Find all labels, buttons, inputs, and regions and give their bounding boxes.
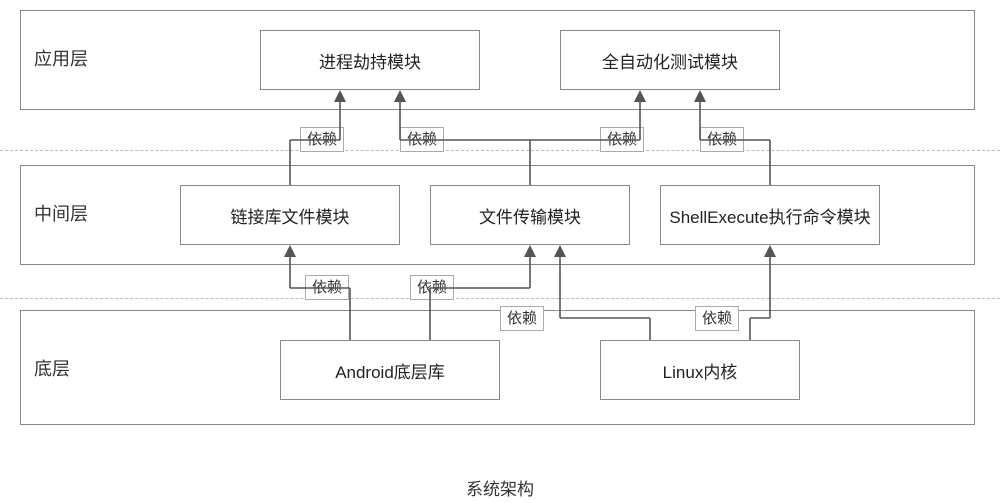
app-layer-label: 应用层 — [34, 45, 88, 71]
shell-execute-module-box: ShellExecute执行命令模块 — [660, 185, 880, 245]
shell-execute-module-text: ShellExecute执行命令模块 — [669, 203, 870, 228]
auto-test-module-box: 全自动化测试模块 — [560, 30, 780, 90]
separator-1 — [0, 150, 1000, 151]
separator-2 — [0, 298, 1000, 299]
dep-label-6: 依赖 — [410, 275, 454, 300]
dep-label-1: 依赖 — [300, 127, 344, 152]
link-lib-module-box: 链接库文件模块 — [180, 185, 400, 245]
process-hijack-module-text: 进程劫持模块 — [319, 48, 421, 73]
file-transfer-module-text: 文件传输模块 — [479, 203, 581, 228]
linux-kernel-box: Linux内核 — [600, 340, 800, 400]
file-transfer-module-box: 文件传输模块 — [430, 185, 630, 245]
dep-label-7: 依赖 — [500, 306, 544, 331]
dep-label-8: 依赖 — [695, 306, 739, 331]
middle-layer-label: 中间层 — [34, 200, 88, 226]
app-layer — [20, 10, 975, 110]
link-lib-module-text: 链接库文件模块 — [231, 203, 350, 228]
dep-label-5: 依赖 — [305, 275, 349, 300]
auto-test-module-text: 全自动化测试模块 — [602, 48, 738, 73]
android-lib-box: Android底层库 — [280, 340, 500, 400]
android-lib-text: Android底层库 — [335, 358, 445, 383]
bottom-layer-label: 底层 — [34, 355, 70, 381]
dep-label-3: 依赖 — [600, 127, 644, 152]
linux-kernel-text: Linux内核 — [663, 358, 738, 383]
dep-label-4: 依赖 — [700, 127, 744, 152]
dep-label-2: 依赖 — [400, 127, 444, 152]
diagram-caption: 系统架构 — [0, 475, 1000, 500]
process-hijack-module-box: 进程劫持模块 — [260, 30, 480, 90]
